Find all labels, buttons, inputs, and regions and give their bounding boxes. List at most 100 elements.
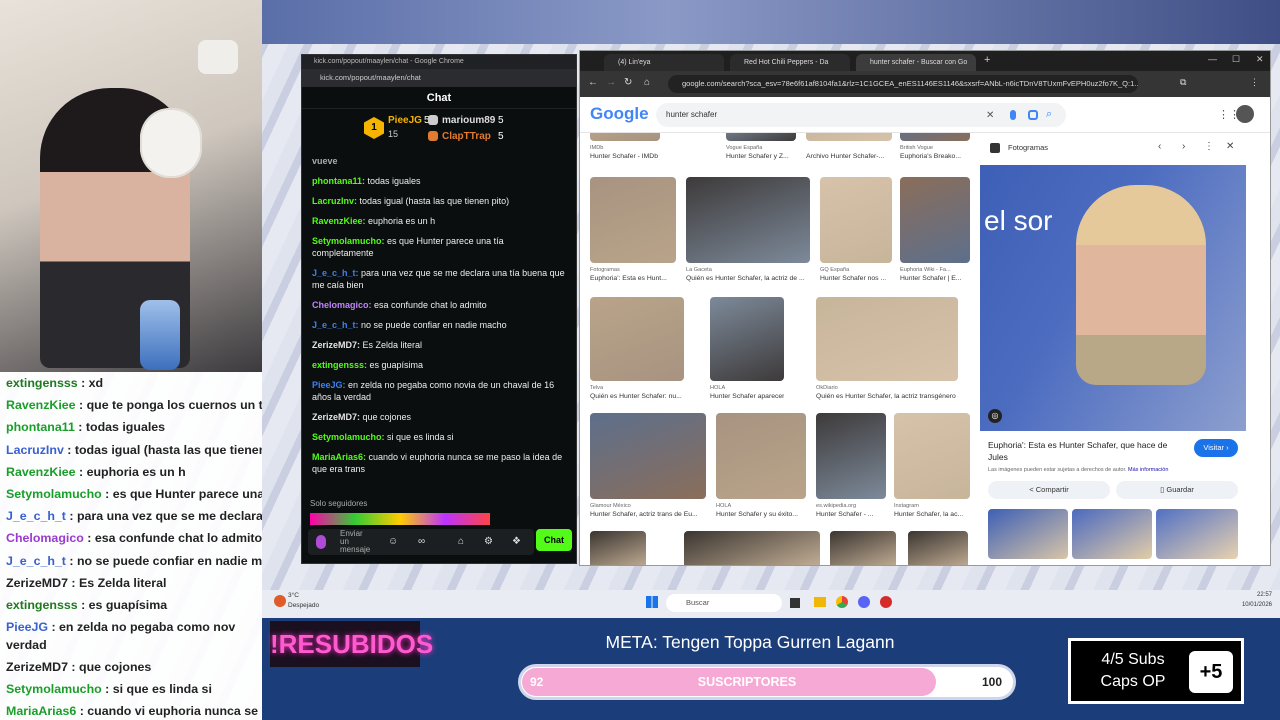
close-icon[interactable]: ✕: [1226, 141, 1234, 152]
image-caption[interactable]: Archivo Hunter Schafer-...: [806, 153, 892, 160]
close-button[interactable]: ✕: [1256, 54, 1264, 65]
chat-username[interactable]: MariaArias6:: [312, 452, 366, 462]
taskbar-search[interactable]: Buscar: [666, 594, 782, 612]
image-caption[interactable]: Hunter Schafer - IMDb: [590, 153, 660, 160]
home-icon[interactable]: ⌂: [644, 77, 650, 88]
image-caption[interactable]: Euphoria's Breako...: [900, 153, 970, 160]
image-caption[interactable]: Euphoria': Esta es Hunt...: [590, 275, 676, 282]
chat-username[interactable]: J_e_c_h_t:: [312, 268, 359, 278]
chat-username[interactable]: Setymolamucho:: [312, 432, 385, 442]
google-logo[interactable]: Google: [590, 104, 649, 124]
chrome-icon[interactable]: [836, 596, 848, 608]
reload-icon[interactable]: ↻: [624, 77, 632, 88]
google-chrome-window[interactable]: (4) Lin'eya Red Hot Chili Peppers - Da h…: [579, 50, 1271, 566]
lens-icon[interactable]: ◎: [988, 409, 1002, 423]
settings-icon[interactable]: ⚙: [484, 536, 493, 547]
avatar[interactable]: [1236, 105, 1254, 123]
store-icon[interactable]: ⌂: [458, 536, 464, 547]
clock-time[interactable]: 22:57: [1242, 592, 1272, 598]
kick-chat-window[interactable]: kick.com/popout/maaylen/chat - Google Ch…: [301, 54, 577, 564]
visit-button[interactable]: Visitar ›: [1194, 439, 1238, 457]
mic-icon[interactable]: [316, 535, 326, 549]
minimize-button[interactable]: —: [1208, 54, 1217, 64]
image-result[interactable]: [830, 531, 896, 565]
image-source[interactable]: es.wikipedia.org: [816, 503, 886, 509]
image-caption[interactable]: Hunter Schafer nos ...: [820, 275, 892, 282]
image-result[interactable]: [816, 413, 886, 499]
chat-username[interactable]: phontana11:: [312, 176, 365, 186]
forward-icon[interactable]: →: [606, 77, 616, 88]
related-image[interactable]: [1156, 509, 1238, 559]
image-result[interactable]: [686, 177, 810, 263]
chat-username[interactable]: Setymolamucho:: [312, 236, 385, 246]
next-icon[interactable]: ›: [1182, 141, 1185, 152]
image-caption[interactable]: Quién es Hunter Schafer, la actriz de ..…: [686, 275, 810, 282]
explorer-icon[interactable]: [814, 597, 826, 607]
chat-username[interactable]: LacruzInv:: [312, 196, 357, 206]
lens-icon[interactable]: [1028, 110, 1038, 120]
image-caption[interactable]: Hunter Schafer | E...: [900, 275, 970, 282]
chat-username[interactable]: vueve: [312, 156, 338, 166]
image-result[interactable]: [900, 133, 970, 141]
address-bar[interactable]: google.com/search?sca_esv=78e6f61af8104f…: [668, 75, 1138, 93]
image-source[interactable]: Glamour México: [590, 503, 706, 509]
back-icon[interactable]: ←: [588, 77, 598, 88]
image-result[interactable]: [806, 133, 892, 141]
image-result[interactable]: [590, 133, 660, 141]
chat-username[interactable]: extingensss:: [312, 360, 367, 370]
chat-send-button[interactable]: Chat: [536, 529, 572, 551]
image-result[interactable]: [590, 531, 646, 565]
gift-icon[interactable]: ❖: [512, 536, 521, 547]
image-result[interactable]: [590, 177, 676, 263]
image-result[interactable]: [590, 413, 706, 499]
weather-temp[interactable]: 3°C: [288, 592, 299, 599]
message-input[interactable]: Enviar un mensaje ☺ ∞ ⌂ ⚙ ❖: [308, 529, 534, 555]
chat-username[interactable]: ZerizeMD7:: [312, 340, 360, 350]
tab-rhcp[interactable]: Red Hot Chili Peppers - Da: [730, 54, 850, 71]
image-source[interactable]: Instagram: [894, 503, 970, 509]
image-source[interactable]: Fotogramas: [590, 267, 676, 273]
menu-icon[interactable]: ⋮: [1250, 77, 1259, 88]
image-source[interactable]: Vogue España: [726, 145, 796, 151]
gifter-name[interactable]: marioum89: [442, 115, 495, 126]
image-source[interactable]: IMDb: [590, 145, 660, 151]
image-caption[interactable]: Hunter Schafer y Z...: [726, 153, 796, 160]
image-caption[interactable]: Hunter Schafer, la ac...: [894, 511, 970, 518]
image-result[interactable]: [908, 531, 968, 565]
app-icon[interactable]: [880, 596, 892, 608]
chat-username[interactable]: Chelomagico:: [312, 300, 372, 310]
share-button[interactable]: < Compartir: [988, 481, 1110, 499]
image-result[interactable]: [894, 413, 970, 499]
image-caption[interactable]: Quién es Hunter Schafer, la actriz trans…: [816, 393, 958, 400]
search-icon[interactable]: ⌕: [1046, 108, 1052, 121]
clock-date[interactable]: 10/01/2026: [1232, 602, 1272, 608]
maximize-button[interactable]: ☐: [1232, 54, 1240, 65]
chat-username[interactable]: ZerizeMD7:: [312, 412, 360, 422]
image-caption[interactable]: Hunter Schafer, actriz trans de Eu...: [590, 511, 706, 518]
preview-title[interactable]: Euphoria': Esta es Hunter Schafer, que h…: [988, 439, 1178, 463]
related-image[interactable]: [988, 509, 1068, 559]
image-result[interactable]: [716, 413, 806, 499]
save-button[interactable]: ▯ Guardar: [1116, 481, 1238, 499]
gifter-name[interactable]: PieeJG: [388, 115, 422, 126]
notice-link[interactable]: Más información: [1128, 467, 1168, 473]
chat-username[interactable]: PieeJG:: [312, 380, 346, 390]
search-input[interactable]: hunter schafer: [656, 103, 1066, 127]
image-source[interactable]: Euphoria Wiki - Fa...: [900, 267, 970, 273]
image-source[interactable]: GQ España: [820, 267, 892, 273]
image-source[interactable]: La Gaceta: [686, 267, 810, 273]
source-name[interactable]: Fotogramas: [1008, 143, 1048, 152]
image-result[interactable]: [820, 177, 892, 263]
emote-row[interactable]: [310, 513, 490, 525]
image-result[interactable]: [726, 133, 796, 141]
infinity-icon[interactable]: ∞: [418, 536, 425, 547]
image-source[interactable]: Telva: [590, 385, 684, 391]
image-source[interactable]: OkDiario: [816, 385, 958, 391]
image-caption[interactable]: Quién es Hunter Schafer: nu...: [590, 393, 684, 400]
tab-lineya[interactable]: (4) Lin'eya: [604, 54, 724, 71]
gifter-name[interactable]: ClapTTrap: [442, 131, 491, 142]
image-source[interactable]: HOLA: [710, 385, 784, 391]
related-image[interactable]: [1072, 509, 1152, 559]
image-result[interactable]: [684, 531, 820, 565]
chat-username[interactable]: J_e_c_h_t:: [312, 320, 359, 330]
